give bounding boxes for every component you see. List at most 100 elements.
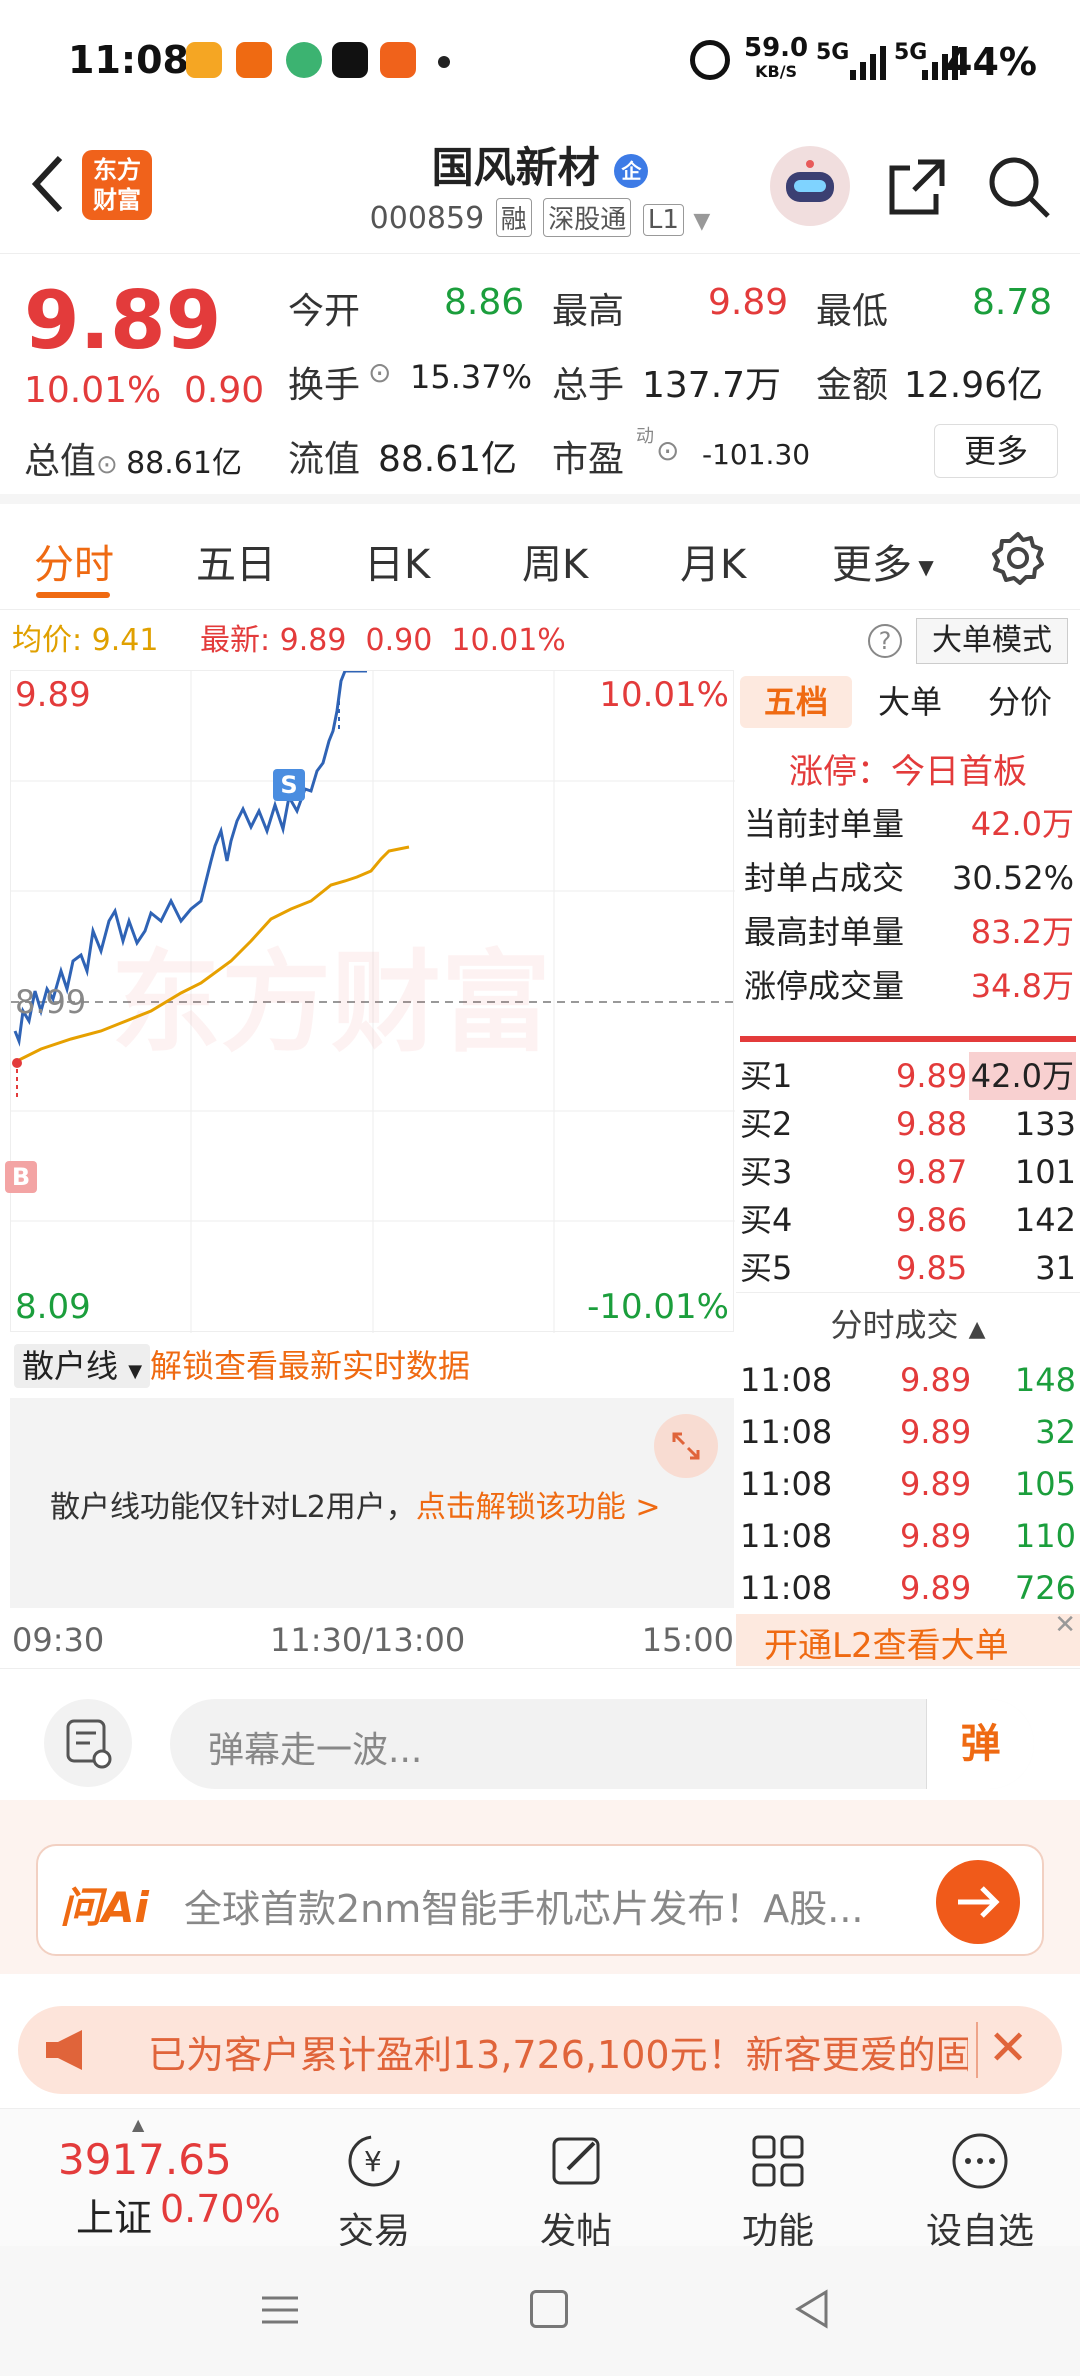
tab-price-distribution[interactable]: 分价 xyxy=(968,676,1072,728)
l2-upgrade-banner[interactable]: 开通L2查看大单 ✕ xyxy=(736,1610,1080,1666)
tick-row: 11:08 9.89 148 xyxy=(740,1361,1076,1399)
tab-five-levels[interactable]: 五档 xyxy=(740,676,852,728)
bid-row[interactable]: 买3 9.87 101 xyxy=(740,1148,1076,1196)
index-name: 上证 xyxy=(76,2196,153,2240)
danmu-bar: 弹幕走一波... 弹 xyxy=(0,1668,1080,1796)
amount-value: 12.96亿 xyxy=(904,365,1044,406)
tab-big-orders[interactable]: 大单 xyxy=(858,676,962,728)
sell-marker[interactable]: S xyxy=(273,769,305,801)
chart-bottom-percent: -10.01% xyxy=(587,1287,729,1327)
taobao-app-icon xyxy=(186,42,222,78)
more-notifications-dot-icon xyxy=(438,56,450,68)
ticks-title[interactable]: 分时成交 ▲ xyxy=(736,1300,1080,1346)
avg-price-bar: 均价: 9.41 最新: 9.89 0.90 10.01% ? 大单模式 xyxy=(0,612,1080,670)
tab-intraday[interactable]: 分时 xyxy=(34,532,114,590)
ask-ai-section: 问Ai 全球首款2nm智能手机芯片发布！A股... xyxy=(0,1800,1080,1974)
latest-price: 最新: 9.89 0.90 10.01% xyxy=(200,623,566,658)
time-mid: 11:30/13:00 xyxy=(270,1621,466,1659)
info-icon: ⊙ xyxy=(368,356,392,389)
change-percent: 10.01% xyxy=(24,370,162,411)
menu-icon[interactable] xyxy=(260,2290,300,2330)
info-icon: ⊙ xyxy=(656,434,680,467)
chart-bottom-price: 8.09 xyxy=(15,1287,91,1327)
intraday-chart[interactable]: 东方财富 9.89 10.01% 8.99 8.09 -10.01% S B xyxy=(5,670,735,1333)
index-widget[interactable]: ▲ 3917.65 上证 0.70% xyxy=(20,2115,281,2243)
nav-functions[interactable]: 功能 xyxy=(708,2129,848,2254)
chevron-down-icon: ▼ xyxy=(693,209,711,234)
connect-tag: 深股通 xyxy=(543,198,632,237)
search-icon[interactable] xyxy=(986,154,1052,220)
time-axis: 09:30 11:30/13:00 15:00 xyxy=(10,1612,734,1668)
arrow-right-icon[interactable] xyxy=(936,1860,1020,1944)
big-order-mode-button[interactable]: 大单模式 xyxy=(916,618,1068,664)
danmu-send-button[interactable]: 弹 xyxy=(926,1699,1034,1789)
tick-row: 11:08 9.89 726 xyxy=(740,1569,1076,1607)
yen-refresh-icon: ¥ xyxy=(348,2135,400,2187)
chart-canvas: 东方财富 xyxy=(11,671,735,1333)
signal-5g-label: 5G xyxy=(816,40,850,65)
robot-assistant-icon[interactable] xyxy=(770,146,850,226)
danmu-input[interactable]: 弹幕走一波... 弹 xyxy=(170,1699,1034,1789)
turnover-label: 换手 xyxy=(288,365,361,406)
retail-line-locked-box: 散户线功能仅针对L2用户，点击解锁该功能 > xyxy=(10,1398,734,1608)
home-icon[interactable] xyxy=(530,2290,568,2328)
close-icon[interactable]: ✕ xyxy=(988,2020,1028,2076)
more-dots-icon xyxy=(952,2133,1008,2189)
watermark: 东方财富 xyxy=(111,939,551,1067)
open-value: 8.86 xyxy=(444,282,525,323)
unlock-feature-link[interactable]: 点击解锁该功能 > xyxy=(416,1490,661,1525)
close-icon[interactable]: ✕ xyxy=(1054,1610,1076,1640)
stock-header: 东方 财富 国风新材 企 000859 融 深股通 L1 ▼ xyxy=(0,120,1080,254)
buy-marker[interactable]: B xyxy=(5,1161,37,1193)
megaphone-icon xyxy=(42,2028,92,2072)
nav-trade[interactable]: ¥ 交易 xyxy=(304,2129,444,2254)
retail-line-select[interactable]: 散户线 ▼ xyxy=(14,1344,151,1388)
pe-dynamic-sup: 动 xyxy=(636,426,654,447)
tab-daily-k[interactable]: 日K xyxy=(364,532,430,590)
battery-level: 44% xyxy=(946,40,1037,84)
bid-row[interactable]: 买4 9.86 142 xyxy=(740,1196,1076,1244)
app-icon xyxy=(286,42,322,78)
tab-weekly-k[interactable]: 周K xyxy=(522,532,588,590)
bottom-nav: ▲ 3917.65 上证 0.70% ¥ 交易 发帖 功能 设自选 xyxy=(0,2108,1080,2252)
tick-row: 11:08 9.89 110 xyxy=(740,1517,1076,1555)
volume-label: 总手 xyxy=(552,365,625,406)
high-value: 9.89 xyxy=(708,282,789,323)
back-triangle-icon[interactable] xyxy=(792,2288,832,2330)
share-icon[interactable] xyxy=(884,156,948,220)
turnover-value: 15.37% xyxy=(410,358,533,396)
volume-value: 137.7万 xyxy=(642,365,782,406)
network-speed: 59.0 KB/S xyxy=(744,33,809,81)
promo-banner[interactable]: 已为客户累计盈利13,726,100元！新客更爱的固 ✕ xyxy=(18,2006,1062,2094)
stat-row: 涨停成交量 34.8万 xyxy=(744,967,1074,1005)
signal-icon xyxy=(848,44,892,80)
tab-monthly-k[interactable]: 月K xyxy=(680,532,746,590)
more-quote-button[interactable]: 更多 xyxy=(934,424,1058,478)
ask-ai-box[interactable]: 问Ai 全球首款2nm智能手机芯片发布！A股... xyxy=(36,1844,1044,1956)
tab-5day[interactable]: 五日 xyxy=(196,532,276,590)
chart-top-price: 9.89 xyxy=(15,675,91,715)
low-label: 最低 xyxy=(816,291,889,332)
expand-icon[interactable] xyxy=(654,1414,718,1478)
avg-price: 均价: 9.41 xyxy=(12,623,159,658)
time-start: 09:30 xyxy=(12,1621,105,1659)
level-tag: L1 xyxy=(642,204,684,236)
chart-mid-price: 8.99 xyxy=(15,983,87,1021)
promo-text: 已为客户累计盈利13,726,100元！新客更爱的固 xyxy=(148,2033,968,2077)
nav-post[interactable]: 发帖 xyxy=(506,2129,646,2254)
tab-more[interactable]: 更多 ▼ xyxy=(832,532,934,590)
bid-row[interactable]: 买1 9.89 42.0万 xyxy=(740,1052,1076,1100)
enterprise-badge: 企 xyxy=(614,153,649,188)
bid-row[interactable]: 买2 9.88 133 xyxy=(740,1100,1076,1148)
danmu-settings-icon[interactable] xyxy=(44,1699,132,1787)
limit-divider xyxy=(740,1036,1076,1042)
nav-add-watchlist[interactable]: 设自选 xyxy=(910,2129,1050,2254)
low-value: 8.78 xyxy=(972,282,1053,323)
edit-icon xyxy=(552,2137,600,2185)
unlock-realtime-link[interactable]: 解锁查看最新实时数据 xyxy=(150,1336,470,1396)
chart-tabs: 分时 五日 日K 周K 月K 更多 ▼ xyxy=(0,506,1080,610)
ask-ai-prompt: 全球首款2nm智能手机芯片发布！A股... xyxy=(184,1887,864,1931)
settings-gear-icon[interactable] xyxy=(990,530,1046,586)
help-icon[interactable]: ? xyxy=(868,624,902,658)
bid-row[interactable]: 买5 9.85 31 xyxy=(740,1244,1076,1292)
